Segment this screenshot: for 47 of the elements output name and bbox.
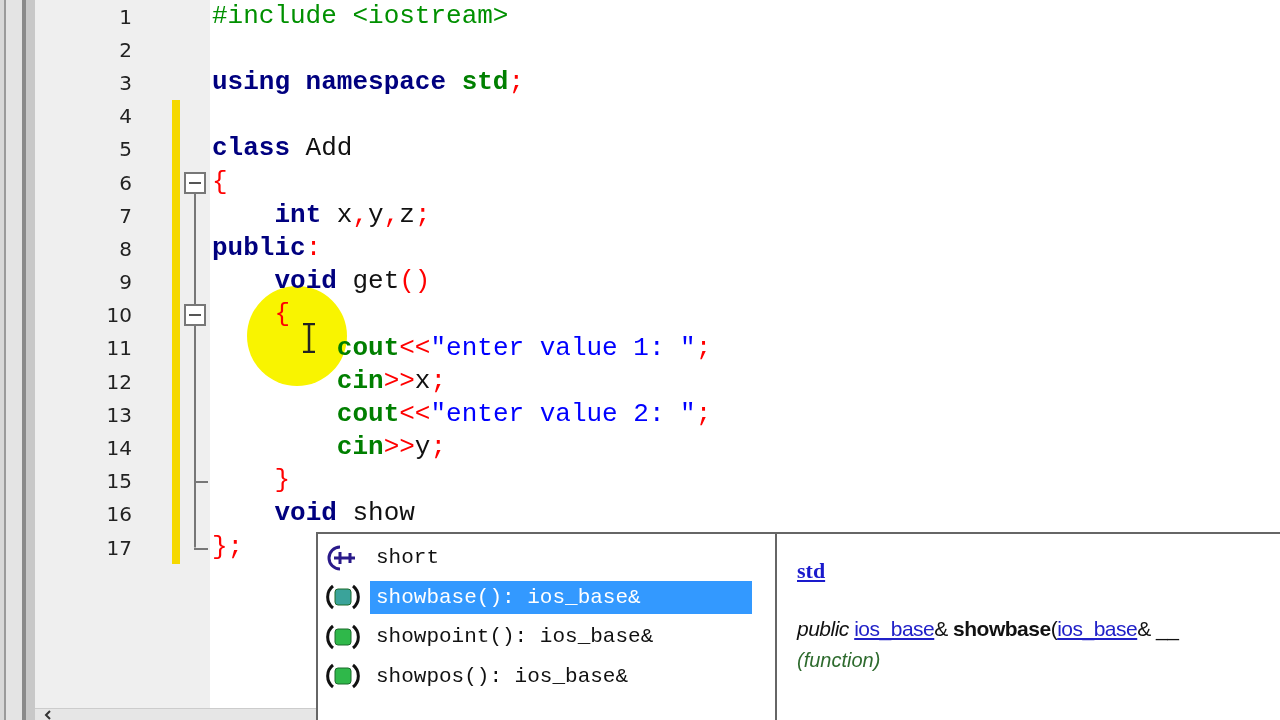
line-number: 15 [105,469,132,494]
completion-item[interactable]: showpoint(): ios_base& [370,620,752,654]
type-link[interactable]: ios_base [1057,617,1138,640]
type-link[interactable]: ios_base [854,617,935,640]
line-number: 6 [118,170,132,195]
completion-item[interactable]: showpos(): ios_base& [370,659,752,693]
collapse-icon[interactable] [184,304,206,327]
line-number: 14 [105,436,132,461]
function-icon [326,583,360,612]
code-line: void get() [274,267,431,298]
code-line: class Add [211,134,353,165]
line-number: 2 [118,37,132,62]
code-line: cin>>x; [336,366,447,397]
function-icon [326,662,360,691]
line-number: 10 [105,303,132,328]
line-number: 8 [118,236,132,261]
code-line: int x,y,z; [274,200,431,231]
scope-link[interactable]: std [797,558,826,583]
line-number: 4 [118,104,132,129]
code-line: #include <iostream> [211,1,509,32]
function-icon [326,622,360,651]
line-number: 16 [105,502,132,527]
symbol-kind: (function) [797,648,881,671]
code-line: } [274,466,291,497]
text-cursor-icon [302,323,316,353]
code-line: void show [274,499,415,530]
line-number: 5 [118,137,132,162]
line-number: 3 [118,70,132,95]
collapse-icon[interactable] [184,171,206,194]
code-line: cout<<"enter value 2: "; [336,399,712,430]
completion-item[interactable]: short [370,541,752,575]
horizontal-scrollbar[interactable] [35,708,317,720]
line-number: 13 [105,402,132,427]
line-number: 1 [118,4,132,29]
line-number: 9 [118,270,132,295]
code-line: cin>>y; [336,433,447,463]
code-line: }; [211,532,244,563]
line-number: 7 [118,203,132,228]
line-number: 12 [105,369,132,394]
function-signature: public ios_base& showbase(ios_base& __ [797,617,1179,640]
code-line: using namespace std; [211,68,525,98]
scroll-left-icon[interactable] [43,709,53,720]
code-line: { [274,300,291,331]
code-line: public: [211,233,322,264]
code-line: { [211,167,228,198]
line-number: 11 [105,336,132,361]
line-number: 17 [105,535,132,560]
